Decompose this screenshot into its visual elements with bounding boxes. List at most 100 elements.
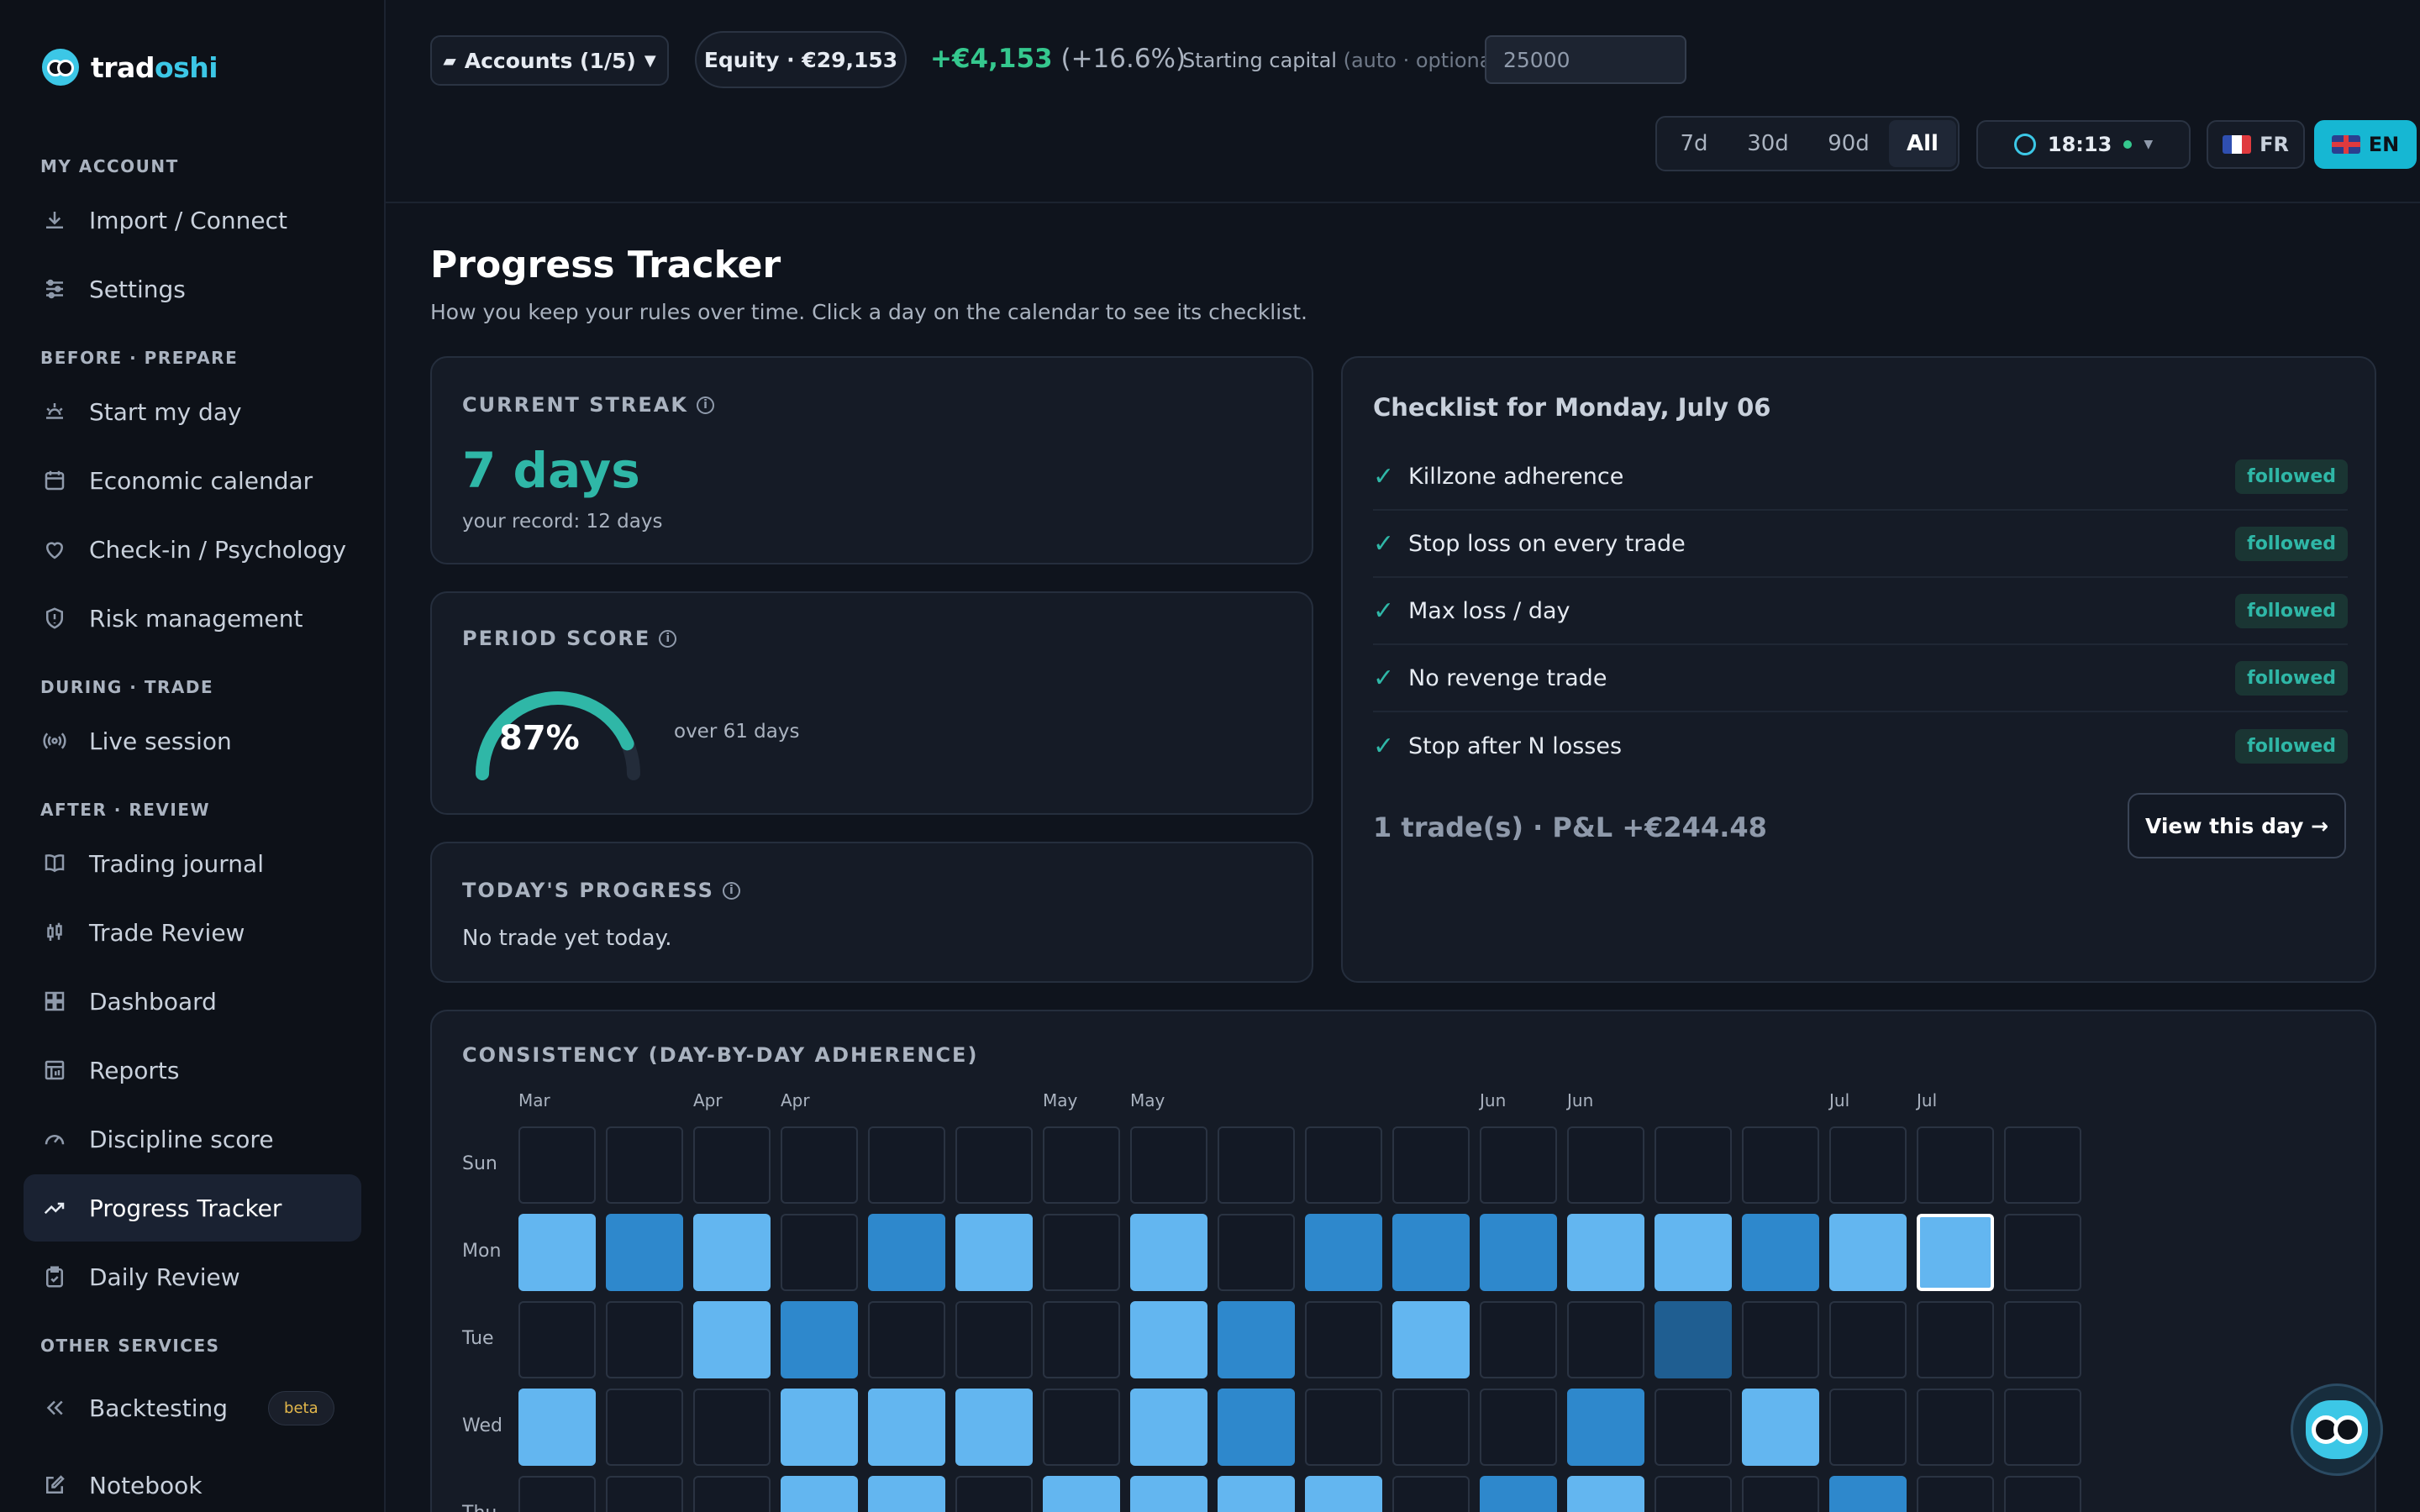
heatmap-day-cell[interactable] xyxy=(1480,1126,1557,1204)
heatmap-day-cell[interactable] xyxy=(1218,1476,1295,1512)
heatmap-day-cell[interactable] xyxy=(1655,1476,1732,1512)
heatmap-day-cell[interactable] xyxy=(2004,1301,2081,1378)
info-icon[interactable]: i xyxy=(722,881,740,900)
heatmap-day-cell[interactable] xyxy=(1829,1389,1907,1466)
heatmap-day-cell[interactable] xyxy=(1305,1126,1382,1204)
heatmap-day-cell[interactable] xyxy=(693,1126,771,1204)
heatmap-day-cell[interactable] xyxy=(1917,1476,1994,1512)
heatmap-day-cell[interactable] xyxy=(955,1476,1033,1512)
heatmap-day-cell[interactable] xyxy=(693,1214,771,1291)
heatmap-day-cell[interactable] xyxy=(955,1214,1033,1291)
heatmap-day-cell[interactable] xyxy=(1742,1389,1819,1466)
heatmap-day-cell[interactable] xyxy=(1567,1301,1644,1378)
heatmap-day-cell[interactable] xyxy=(1218,1389,1295,1466)
heatmap-day-cell[interactable] xyxy=(518,1476,596,1512)
sidebar-item-backtesting[interactable]: Backtesting beta xyxy=(24,1374,361,1441)
sidebar-item-trading-journal[interactable]: Trading journal xyxy=(24,830,361,897)
heatmap-day-cell[interactable] xyxy=(781,1214,858,1291)
heatmap-day-cell[interactable] xyxy=(518,1126,596,1204)
heatmap-day-cell[interactable] xyxy=(606,1214,683,1291)
logo[interactable]: tradoshi xyxy=(42,49,218,86)
heatmap-day-cell[interactable] xyxy=(1655,1301,1732,1378)
heatmap-day-cell[interactable] xyxy=(1043,1389,1120,1466)
sidebar-item-dashboard[interactable]: Dashboard xyxy=(24,968,361,1035)
sidebar-item-risk-management[interactable]: Risk management xyxy=(24,585,361,652)
range-all-button[interactable]: All xyxy=(1889,120,1956,167)
heatmap-day-cell[interactable] xyxy=(1742,1214,1819,1291)
sidebar-item-check-in-psychology[interactable]: Check-in / Psychology xyxy=(24,516,361,583)
heatmap-day-cell[interactable] xyxy=(781,1389,858,1466)
heatmap-day-cell[interactable] xyxy=(2004,1126,2081,1204)
range-7d-button[interactable]: 7d xyxy=(1660,120,1728,167)
heatmap-day-cell[interactable] xyxy=(955,1126,1033,1204)
heatmap-day-cell[interactable] xyxy=(1829,1301,1907,1378)
heatmap-day-cell[interactable] xyxy=(2004,1214,2081,1291)
range-90d-button[interactable]: 90d xyxy=(1808,120,1889,167)
heatmap-day-cell[interactable] xyxy=(955,1301,1033,1378)
language-en-button[interactable]: EN xyxy=(2314,120,2417,169)
heatmap-day-cell[interactable] xyxy=(1043,1214,1120,1291)
sidebar-item-live-session[interactable]: Live session xyxy=(24,707,361,774)
sidebar-item-notebook[interactable]: Notebook xyxy=(24,1452,361,1512)
heatmap-day-cell[interactable] xyxy=(1392,1389,1470,1466)
heatmap-day-cell[interactable] xyxy=(518,1389,596,1466)
heatmap-day-cell[interactable] xyxy=(1742,1126,1819,1204)
heatmap-day-cell[interactable] xyxy=(1742,1301,1819,1378)
heatmap-day-cell[interactable] xyxy=(1829,1476,1907,1512)
sidebar-item-trade-review[interactable]: Trade Review xyxy=(24,899,361,966)
heatmap-day-cell[interactable] xyxy=(1655,1389,1732,1466)
heatmap-day-cell[interactable] xyxy=(518,1301,596,1378)
sidebar-item-progress-tracker[interactable]: Progress Tracker xyxy=(24,1174,361,1242)
sidebar-item-settings[interactable]: Settings xyxy=(24,255,361,323)
heatmap-day-cell[interactable] xyxy=(1480,1476,1557,1512)
heatmap-day-cell[interactable] xyxy=(955,1389,1033,1466)
heatmap-day-cell[interactable] xyxy=(1130,1389,1207,1466)
heatmap-day-cell[interactable] xyxy=(1829,1126,1907,1204)
heatmap-day-cell[interactable] xyxy=(1218,1126,1295,1204)
heatmap-day-cell[interactable] xyxy=(1567,1214,1644,1291)
heatmap-day-cell[interactable] xyxy=(1829,1214,1907,1291)
heatmap-day-cell[interactable] xyxy=(1480,1301,1557,1378)
heatmap-day-cell[interactable] xyxy=(781,1126,858,1204)
heatmap-day-cell[interactable] xyxy=(1305,1214,1382,1291)
sidebar-item-reports[interactable]: Reports xyxy=(24,1037,361,1104)
heatmap-day-cell[interactable] xyxy=(1917,1126,1994,1204)
heatmap-day-cell[interactable] xyxy=(606,1476,683,1512)
heatmap-day-cell[interactable] xyxy=(1917,1214,1994,1291)
heatmap-day-cell[interactable] xyxy=(868,1301,945,1378)
heatmap-day-cell[interactable] xyxy=(1742,1476,1819,1512)
heatmap-day-cell[interactable] xyxy=(1917,1301,1994,1378)
heatmap-day-cell[interactable] xyxy=(1392,1214,1470,1291)
heatmap-day-cell[interactable] xyxy=(606,1389,683,1466)
heatmap-day-cell[interactable] xyxy=(1392,1476,1470,1512)
heatmap-day-cell[interactable] xyxy=(606,1301,683,1378)
sidebar-item-economic-calendar[interactable]: Economic calendar xyxy=(24,447,361,514)
heatmap-day-cell[interactable] xyxy=(1392,1301,1470,1378)
heatmap-day-cell[interactable] xyxy=(1305,1476,1382,1512)
heatmap-day-cell[interactable] xyxy=(518,1214,596,1291)
clock-dropdown[interactable]: 18:13 ▼ xyxy=(1976,120,2191,169)
heatmap-day-cell[interactable] xyxy=(868,1389,945,1466)
sidebar-item-discipline-score[interactable]: Discipline score xyxy=(24,1105,361,1173)
info-icon[interactable]: i xyxy=(659,629,677,648)
heatmap-day-cell[interactable] xyxy=(1043,1301,1120,1378)
heatmap-day-cell[interactable] xyxy=(1130,1476,1207,1512)
accounts-dropdown[interactable]: ▰ Accounts (1/5) ▼ xyxy=(430,35,669,86)
heatmap-day-cell[interactable] xyxy=(1567,1389,1644,1466)
language-fr-button[interactable]: FR xyxy=(2207,120,2305,169)
heatmap-day-cell[interactable] xyxy=(868,1476,945,1512)
heatmap-day-cell[interactable] xyxy=(868,1126,945,1204)
heatmap-day-cell[interactable] xyxy=(1917,1389,1994,1466)
heatmap-day-cell[interactable] xyxy=(693,1476,771,1512)
heatmap-day-cell[interactable] xyxy=(1305,1301,1382,1378)
sidebar-item-import-connect[interactable]: Import / Connect xyxy=(24,186,361,254)
heatmap-day-cell[interactable] xyxy=(2004,1476,2081,1512)
heatmap-day-cell[interactable] xyxy=(1130,1126,1207,1204)
heatmap-day-cell[interactable] xyxy=(693,1389,771,1466)
heatmap-day-cell[interactable] xyxy=(1480,1389,1557,1466)
heatmap-day-cell[interactable] xyxy=(1655,1126,1732,1204)
heatmap-day-cell[interactable] xyxy=(693,1301,771,1378)
heatmap-day-cell[interactable] xyxy=(1567,1476,1644,1512)
sidebar-item-daily-review[interactable]: Daily Review xyxy=(24,1243,361,1310)
heatmap-day-cell[interactable] xyxy=(781,1476,858,1512)
